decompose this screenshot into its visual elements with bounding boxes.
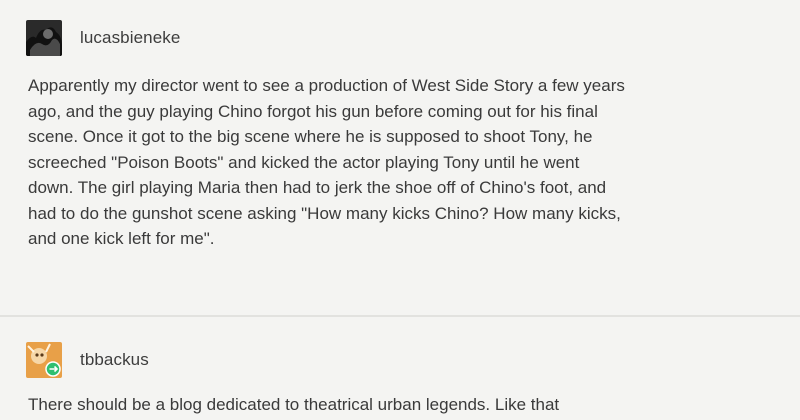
user-avatar-orange-icon[interactable] [26, 342, 62, 378]
post-text-line: ago, and the guy playing Chino forgot hi… [28, 101, 598, 121]
post-text-line: had to do the gunshot scene asking "How … [28, 203, 621, 223]
post-lucasbieneke: lucasbieneke Apparently my director went… [0, 0, 800, 315]
post-username[interactable]: lucasbieneke [80, 28, 180, 48]
post-body-text: Apparently my director went to see a pro… [28, 73, 788, 252]
post-text-line: There should be a blog dedicated to thea… [28, 395, 560, 414]
post-tbbackus: tbbackus There should be a blog dedicate… [0, 318, 800, 420]
post-text-line: scene. Once it got to the big scene wher… [28, 127, 593, 146]
avatar-image-icon [26, 20, 62, 56]
post-text-line: and one kick left for me". [28, 229, 215, 248]
post-divider [0, 315, 800, 317]
post-username[interactable]: tbbackus [80, 350, 149, 370]
post-text-line: Apparently my director went to see a pro… [28, 76, 625, 95]
post-body-text: There should be a blog dedicated to thea… [28, 392, 788, 418]
avatar-image-icon [26, 342, 62, 378]
post-text-line: down. The girl playing Maria then had to… [28, 178, 607, 197]
user-avatar-dark-icon[interactable] [26, 20, 62, 56]
post-text-line: screeched "Poison Boots" and kicked the … [28, 152, 580, 172]
